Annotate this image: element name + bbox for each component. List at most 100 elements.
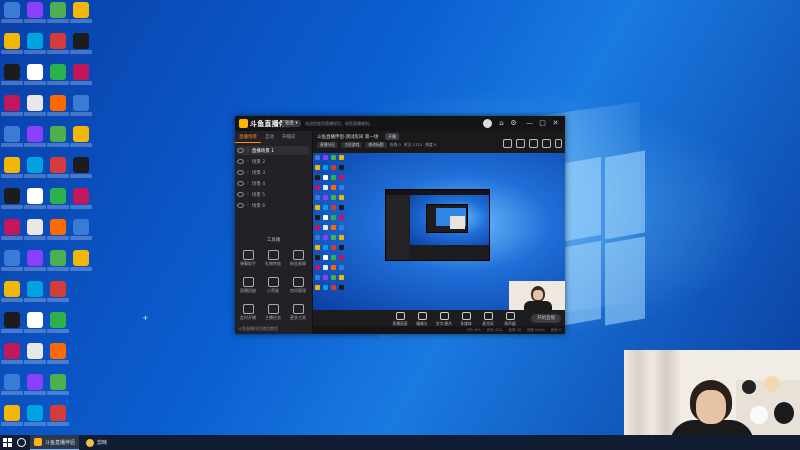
desktop-shortcut-icon[interactable] bbox=[47, 64, 69, 85]
desktop-shortcut-icon[interactable] bbox=[1, 405, 23, 426]
desktop-shortcut-icon[interactable] bbox=[47, 343, 69, 364]
user-avatar[interactable] bbox=[483, 119, 492, 128]
scene-item[interactable]: › 直播场景 1 bbox=[237, 146, 309, 155]
eye-icon[interactable] bbox=[237, 203, 244, 208]
start-live-button[interactable]: 开始直播 bbox=[531, 314, 561, 323]
tab-interact[interactable]: 互动 bbox=[261, 133, 278, 143]
desktop-shortcut-icon[interactable] bbox=[1, 250, 23, 271]
settings-icon[interactable]: ⚙ bbox=[509, 119, 518, 128]
microphone-button[interactable]: 麦克风 bbox=[479, 312, 497, 327]
desktop-shortcut-icon[interactable] bbox=[47, 374, 69, 395]
add-screen-button[interactable]: 直播画面 bbox=[391, 312, 409, 327]
maximize-button[interactable]: □ bbox=[538, 119, 547, 128]
desktop-shortcut-icon[interactable] bbox=[24, 219, 46, 240]
eye-icon[interactable] bbox=[237, 170, 244, 175]
streaming-app-window[interactable]: 斗鱼直播伴侣 铂金 ▾ 欢迎您使用直播伴侣，祝您直播顺利。 ⌂ ⚙ — □ ✕ … bbox=[235, 116, 565, 334]
desktop-shortcut-icon[interactable] bbox=[1, 343, 23, 364]
eye-icon[interactable] bbox=[237, 192, 244, 197]
desktop-shortcut-icon[interactable] bbox=[47, 188, 69, 209]
scene-item[interactable]: › 场景 6 bbox=[237, 201, 309, 210]
scene-item[interactable]: › 场景 2 bbox=[237, 157, 309, 166]
tool-schedule[interactable]: 定时开播 bbox=[237, 304, 259, 321]
eye-icon[interactable] bbox=[237, 148, 244, 153]
desktop-shortcut-icon[interactable] bbox=[24, 2, 46, 23]
minimize-button[interactable]: — bbox=[525, 119, 534, 128]
desktop-shortcut-icon[interactable] bbox=[24, 157, 46, 178]
desktop-shortcut-icon[interactable] bbox=[24, 188, 46, 209]
mic-icon[interactable] bbox=[542, 139, 551, 148]
desktop-shortcut-icon[interactable] bbox=[70, 188, 92, 209]
version-badge[interactable]: 铂金 ▾ bbox=[282, 120, 301, 127]
desktop-shortcut-icon[interactable] bbox=[1, 188, 23, 209]
layout-icon[interactable] bbox=[503, 139, 512, 148]
desktop-shortcut-icon[interactable] bbox=[70, 250, 92, 271]
app-titlebar[interactable]: 斗鱼直播伴侣 铂金 ▾ 欢迎您使用直播伴侣，祝您直播顺利。 ⌂ ⚙ — □ ✕ bbox=[235, 116, 565, 131]
category-chip[interactable]: 直播分区 bbox=[317, 142, 339, 148]
eye-icon[interactable] bbox=[237, 181, 244, 186]
desktop-shortcut-icon[interactable] bbox=[1, 2, 23, 23]
desktop-shortcut-icon[interactable] bbox=[24, 405, 46, 426]
desktop-shortcut-icon[interactable] bbox=[47, 33, 69, 54]
tool-room-manage[interactable]: 房间管理 bbox=[287, 277, 309, 294]
desktop-shortcut-icon[interactable] bbox=[24, 250, 46, 271]
desktop-shortcut-icon[interactable] bbox=[1, 312, 23, 333]
desktop-shortcut-icon[interactable] bbox=[1, 126, 23, 147]
scene-item[interactable]: › 场景 4 bbox=[237, 179, 309, 188]
tool-tasks[interactable]: 主播任务 bbox=[262, 304, 284, 321]
stream-preview[interactable] bbox=[313, 153, 565, 310]
desktop-shortcut-icon[interactable] bbox=[70, 95, 92, 116]
desktop-shortcut-icon[interactable] bbox=[70, 157, 92, 178]
desktop-shortcut-icon[interactable] bbox=[1, 281, 23, 302]
add-media-button[interactable]: 多媒体 bbox=[457, 312, 475, 327]
home-icon[interactable]: ⌂ bbox=[497, 119, 506, 128]
desktop-shortcut-icon[interactable] bbox=[24, 95, 46, 116]
tool-danmaku[interactable]: 弹幕助手 bbox=[237, 250, 259, 267]
tool-medal[interactable]: 粉丝勋章 bbox=[287, 250, 309, 267]
desktop-shortcut-icon[interactable] bbox=[24, 343, 46, 364]
desktop-shortcut-icon[interactable] bbox=[47, 95, 69, 116]
desktop-shortcut-icon[interactable] bbox=[24, 33, 46, 54]
desktop-shortcut-icon[interactable] bbox=[70, 2, 92, 23]
desktop-shortcut-icon[interactable] bbox=[1, 64, 23, 85]
desktop-shortcut-icon[interactable] bbox=[70, 33, 92, 54]
tab-prelive[interactable]: 开播前 bbox=[278, 133, 300, 143]
scene-item[interactable]: › 场景 3 bbox=[237, 168, 309, 177]
desktop-shortcut-icon[interactable] bbox=[47, 126, 69, 147]
eye-icon[interactable] bbox=[237, 159, 244, 164]
tool-more[interactable]: 更多工具 bbox=[287, 304, 309, 321]
search-icon[interactable] bbox=[17, 438, 26, 447]
desktop-shortcut-icon[interactable] bbox=[47, 250, 69, 271]
tool-gift[interactable]: 礼物特效 bbox=[262, 250, 284, 267]
bell-icon[interactable] bbox=[516, 139, 525, 148]
desktop-shortcut-icon[interactable] bbox=[70, 126, 92, 147]
tool-replay[interactable]: 直播回放 bbox=[237, 277, 259, 294]
desktop-shortcut-icon[interactable] bbox=[47, 312, 69, 333]
add-camera-button[interactable]: 摄像头 bbox=[413, 312, 431, 327]
desktop-shortcut-icon[interactable] bbox=[24, 126, 46, 147]
desktop-shortcut-icon[interactable] bbox=[47, 281, 69, 302]
desktop-shortcut-icon[interactable] bbox=[24, 64, 46, 85]
desktop-shortcut-icon[interactable] bbox=[1, 374, 23, 395]
lock-icon[interactable] bbox=[529, 139, 538, 148]
desktop-shortcut-icon[interactable] bbox=[47, 2, 69, 23]
desktop-shortcut-icon[interactable] bbox=[1, 219, 23, 240]
taskbar-item-streaming-app[interactable]: 斗鱼直播伴侣 bbox=[30, 435, 80, 450]
desktop-shortcut-icon[interactable] bbox=[1, 157, 23, 178]
tool-blacklist[interactable]: 小黑屋 bbox=[262, 277, 284, 294]
scene-item[interactable]: › 场景 5 bbox=[237, 190, 309, 199]
speaker-button[interactable]: 扬声器 bbox=[501, 312, 519, 327]
desktop-shortcut-icon[interactable] bbox=[47, 219, 69, 240]
start-button[interactable] bbox=[3, 438, 12, 447]
share-icon[interactable] bbox=[555, 139, 562, 148]
tab-scenes[interactable]: 直播场景 bbox=[235, 133, 261, 143]
desktop-shortcut-icon[interactable] bbox=[24, 312, 46, 333]
taskbar-item-editor[interactable]: 剪映 bbox=[82, 435, 111, 450]
desktop-shortcut-icon[interactable] bbox=[70, 219, 92, 240]
desktop-shortcut-icon[interactable] bbox=[24, 281, 46, 302]
desktop-shortcut-icon[interactable] bbox=[47, 157, 69, 178]
desktop-shortcut-icon[interactable] bbox=[1, 95, 23, 116]
close-button[interactable]: ✕ bbox=[551, 119, 560, 128]
edit-title-chip[interactable]: 修改标题 bbox=[365, 142, 387, 148]
add-text-button[interactable]: 文字/图片 bbox=[435, 312, 453, 327]
desktop-shortcut-icon[interactable] bbox=[47, 405, 69, 426]
